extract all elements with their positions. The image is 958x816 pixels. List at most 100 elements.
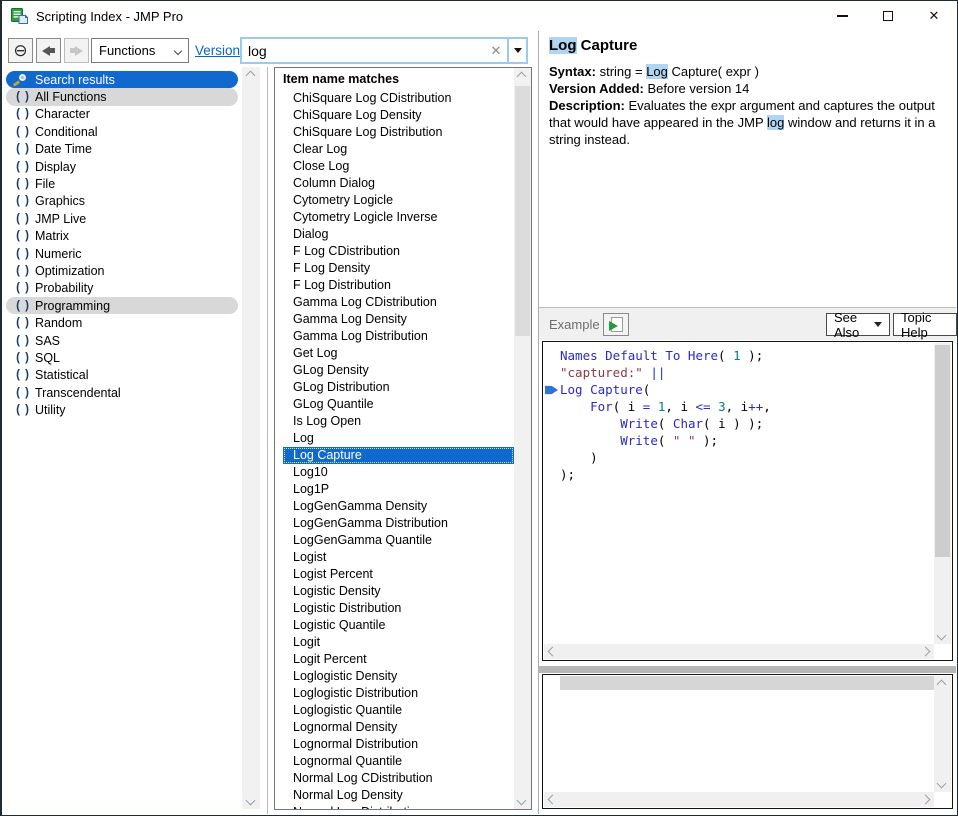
editor-vertical-scrollbar[interactable] bbox=[934, 343, 951, 644]
see-also-dropdown[interactable]: See Also bbox=[826, 313, 890, 336]
list-item[interactable]: GLog Density bbox=[283, 362, 514, 379]
list-item[interactable]: Column Dialog bbox=[283, 175, 514, 192]
list-item[interactable]: Loglogistic Distribution bbox=[283, 685, 514, 702]
list-item[interactable]: F Log Density bbox=[283, 260, 514, 277]
list-item[interactable]: ChiSquare Log CDistribution bbox=[283, 90, 514, 107]
list-item[interactable]: Close Log bbox=[283, 158, 514, 175]
sidebar-item-file[interactable]: ( )File bbox=[6, 175, 238, 192]
sidebar-item-numeric[interactable]: ( )Numeric bbox=[6, 245, 238, 262]
sidebar-item-random[interactable]: ( )Random bbox=[6, 314, 238, 331]
sidebar-item-conditional[interactable]: ( )Conditional bbox=[6, 123, 238, 140]
list-item[interactable]: Logistic Density bbox=[283, 583, 514, 600]
list-item[interactable]: GLog Distribution bbox=[283, 379, 514, 396]
list-item[interactable]: LogGenGamma Distribution bbox=[283, 515, 514, 532]
code-gutter bbox=[545, 364, 560, 381]
sidebar-scrollbar[interactable] bbox=[242, 67, 260, 809]
code-token: ++ bbox=[748, 399, 763, 414]
list-item[interactable]: GLog Quantile bbox=[283, 396, 514, 413]
toolbar: ⊖ Functions Version ✕ bbox=[3, 31, 538, 67]
minimize-button[interactable] bbox=[819, 1, 865, 31]
list-item[interactable]: Lognormal Density bbox=[283, 719, 514, 736]
list-item[interactable]: F Log CDistribution bbox=[283, 243, 514, 260]
search-input[interactable] bbox=[242, 39, 485, 62]
list-item[interactable]: Lognormal Distribution bbox=[283, 736, 514, 753]
list-item[interactable]: Normal Log Density bbox=[283, 787, 514, 804]
sidebar-item-character[interactable]: ( )Character bbox=[6, 106, 238, 123]
sidebar-item-matrix[interactable]: ( )Matrix bbox=[6, 228, 238, 245]
list-item[interactable]: Lognormal Quantile bbox=[283, 753, 514, 770]
field-label: Version Added: bbox=[549, 81, 644, 96]
list-item[interactable]: Clear Log bbox=[283, 141, 514, 158]
list-item[interactable]: Get Log bbox=[283, 345, 514, 362]
sidebar-item-optimization[interactable]: ( )Optimization bbox=[6, 262, 238, 279]
search-history-dropdown[interactable] bbox=[507, 39, 526, 62]
back-button[interactable] bbox=[36, 38, 61, 63]
close-button[interactable]: ✕ bbox=[911, 1, 957, 31]
list-item[interactable]: Cytometry Logicle bbox=[283, 192, 514, 209]
sidebar-item-label: SAS bbox=[35, 334, 60, 348]
editor-horizontal-scrollbar[interactable] bbox=[544, 644, 934, 659]
sidebar-item-date-time[interactable]: ( )Date Time bbox=[6, 141, 238, 158]
list-item[interactable]: Log1P bbox=[283, 481, 514, 498]
list-item[interactable]: Log Capture bbox=[283, 447, 514, 464]
parentheses-icon: ( ) bbox=[11, 108, 35, 120]
topic-help-label: Topic Help bbox=[901, 310, 949, 340]
list-item[interactable]: Gamma Log CDistribution bbox=[283, 294, 514, 311]
sidebar-item-label: Search results bbox=[35, 73, 115, 87]
list-item[interactable]: Log10 bbox=[283, 464, 514, 481]
horizontal-splitter[interactable] bbox=[539, 666, 956, 673]
sidebar-item-label: All Functions bbox=[35, 90, 107, 104]
list-item[interactable]: Logit Percent bbox=[283, 651, 514, 668]
category-dropdown[interactable]: Functions bbox=[91, 38, 189, 63]
sidebar-item-graphics[interactable]: ( )Graphics bbox=[6, 193, 238, 210]
list-item[interactable]: Gamma Log Density bbox=[283, 311, 514, 328]
list-item[interactable]: Gamma Log Distribution bbox=[283, 328, 514, 345]
list-item[interactable]: F Log Distribution bbox=[283, 277, 514, 294]
sidebar-item-utility[interactable]: ( )Utility bbox=[6, 401, 238, 418]
collapse-button[interactable]: ⊖ bbox=[8, 38, 33, 63]
list-scrollbar[interactable] bbox=[514, 68, 531, 809]
list-item[interactable]: Dialog bbox=[283, 226, 514, 243]
sidebar-item-display[interactable]: ( )Display bbox=[6, 158, 238, 175]
list-item[interactable]: LogGenGamma Density bbox=[283, 498, 514, 515]
sidebar-item-transcendental[interactable]: ( )Transcendental bbox=[6, 384, 238, 401]
output-horizontal-scrollbar[interactable] bbox=[544, 792, 934, 807]
list-item[interactable]: LogGenGamma Quantile bbox=[283, 532, 514, 549]
sidebar-item-sas[interactable]: ( )SAS bbox=[6, 332, 238, 349]
list-item[interactable]: Normal Log Distribution bbox=[283, 804, 514, 809]
sidebar-item-search-results[interactable]: Search results bbox=[6, 71, 238, 88]
list-item[interactable]: ChiSquare Log Density bbox=[283, 107, 514, 124]
list-item[interactable]: Is Log Open bbox=[283, 413, 514, 430]
clear-search-icon[interactable]: ✕ bbox=[485, 39, 507, 62]
run-example-button[interactable] bbox=[603, 313, 629, 336]
list-item[interactable]: Log bbox=[283, 430, 514, 447]
list-item[interactable]: Logist bbox=[283, 549, 514, 566]
version-link[interactable]: Version bbox=[195, 43, 240, 58]
forward-button[interactable] bbox=[64, 38, 89, 63]
sidebar-item-probability[interactable]: ( )Probability bbox=[6, 280, 238, 297]
list-item[interactable]: Logistic Distribution bbox=[283, 600, 514, 617]
topic-help-button[interactable]: Topic Help bbox=[893, 313, 957, 336]
list-item[interactable]: Loglogistic Quantile bbox=[283, 702, 514, 719]
sidebar-item-programming[interactable]: ( )Programming bbox=[6, 297, 238, 314]
code-text: Write( Char( i ) ); bbox=[560, 415, 763, 432]
list-item[interactable]: ChiSquare Log Distribution bbox=[283, 124, 514, 141]
sidebar-item-jmp-live[interactable]: ( )JMP Live bbox=[6, 210, 238, 227]
scrollbar-thumb[interactable] bbox=[515, 86, 530, 336]
sidebar-item-all-functions[interactable]: ( )All Functions bbox=[6, 88, 238, 105]
details-title: Log Capture bbox=[549, 37, 950, 54]
sidebar-item-sql[interactable]: ( )SQL bbox=[6, 349, 238, 366]
sidebar-item-statistical[interactable]: ( )Statistical bbox=[6, 367, 238, 384]
list-item[interactable]: Normal Log CDistribution bbox=[283, 770, 514, 787]
list-item[interactable]: Logist Percent bbox=[283, 566, 514, 583]
code-editor[interactable]: Names Default To Here( 1 );"captured:" |… bbox=[542, 341, 953, 661]
output-panel[interactable] bbox=[542, 674, 953, 809]
scrollbar-thumb[interactable] bbox=[935, 345, 950, 557]
list-item[interactable]: Logit bbox=[283, 634, 514, 651]
output-vertical-scrollbar[interactable] bbox=[934, 676, 951, 792]
list-item[interactable]: Logistic Quantile bbox=[283, 617, 514, 634]
list-item[interactable]: Loglogistic Density bbox=[283, 668, 514, 685]
list-item[interactable]: Cytometry Logicle Inverse bbox=[283, 209, 514, 226]
parentheses-icon: ( ) bbox=[11, 126, 35, 138]
maximize-button[interactable] bbox=[865, 1, 911, 31]
